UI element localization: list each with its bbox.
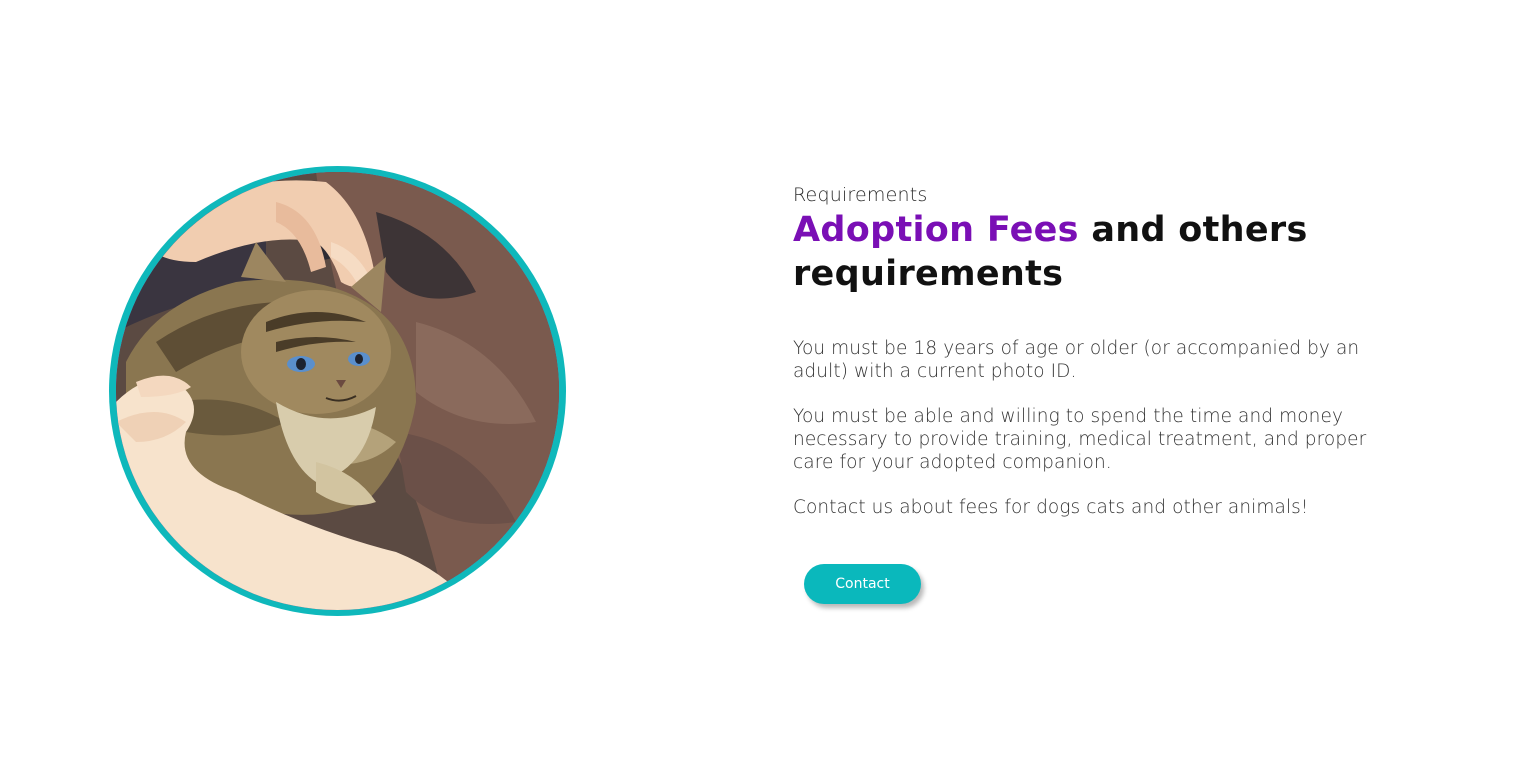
- section-eyebrow: Requirements: [793, 184, 928, 206]
- requirements-content: Requirements Adoption Fees and others re…: [793, 182, 1393, 604]
- adoption-requirements-section: Requirements Adoption Fees and others re…: [0, 0, 1534, 759]
- heading-accent: Adoption Fees: [793, 210, 1079, 250]
- fees-contact-note: Contact us about fees for dogs cats and …: [793, 497, 1309, 518]
- photo-frame: [109, 166, 566, 616]
- requirement-age: You must be 18 years of age or older (or…: [793, 338, 1360, 382]
- contact-button[interactable]: Contact: [804, 564, 921, 604]
- kitten-illustration: [116, 172, 559, 610]
- kitten-photo: [116, 172, 559, 610]
- requirement-commitment: You must be able and willing to spend th…: [793, 406, 1367, 473]
- section-heading: Adoption Fees and others requirements: [793, 208, 1393, 296]
